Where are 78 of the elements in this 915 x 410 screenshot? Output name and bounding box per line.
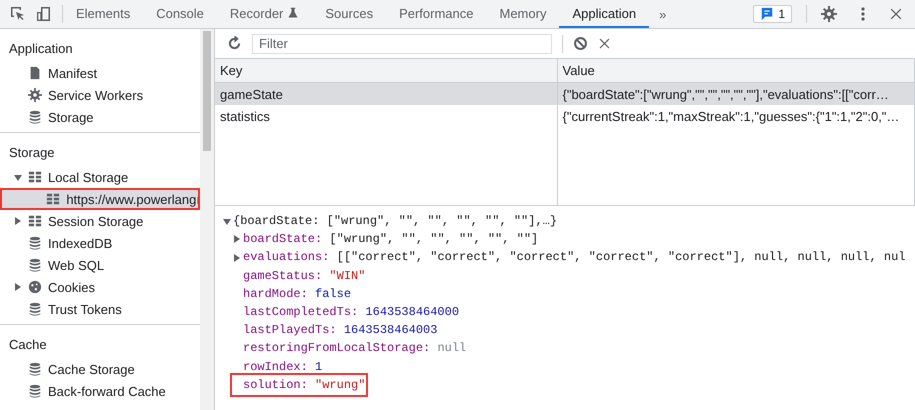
property-value: 1643538464000 bbox=[365, 304, 460, 322]
property-name: restoringFromLocalStorage: bbox=[243, 340, 430, 358]
table-icon bbox=[28, 170, 42, 184]
property-value: "wrung" bbox=[315, 376, 366, 394]
section-title: Application bbox=[8, 40, 74, 58]
database-icon bbox=[28, 236, 42, 250]
key-cell[interactable]: gameState bbox=[215, 82, 557, 105]
tree-item[interactable]: IndexedDB bbox=[0, 232, 200, 254]
tree-item[interactable]: Service Workers bbox=[0, 84, 200, 106]
property-name: lastPlayedTs: bbox=[243, 322, 337, 340]
property-name: evaluations: bbox=[243, 249, 330, 266]
database-icon bbox=[28, 258, 42, 272]
panel-tab[interactable]: Elements bbox=[63, 0, 144, 28]
expanded-arrow-icon[interactable] bbox=[14, 173, 22, 181]
close-icon bbox=[889, 7, 903, 21]
value-cell[interactable]: {"currentStreak":1,"maxStreak":1,"guesses":{"1":1,"2":0,"… bbox=[557, 105, 914, 127]
property-value: 1 bbox=[315, 358, 322, 376]
property-value: "WIN" bbox=[329, 268, 366, 285]
property-name: solution: bbox=[243, 376, 308, 394]
property-value: false bbox=[315, 286, 352, 303]
more-tabs[interactable]: » bbox=[649, 0, 676, 28]
database-icon bbox=[28, 110, 42, 124]
delete-icon bbox=[598, 37, 611, 50]
tree-item[interactable]: Cookies bbox=[0, 276, 200, 298]
tree-item[interactable]: Trust Tokens bbox=[0, 298, 200, 320]
collapsed-arrow-icon[interactable] bbox=[233, 235, 241, 244]
property-name: boardState: bbox=[243, 231, 322, 248]
panel-tab[interactable]: Recorder bbox=[216, 0, 312, 28]
section-title: Cache bbox=[8, 336, 48, 354]
database-icon bbox=[28, 384, 42, 398]
property-value: [["correct", "correct", "correct", "correct", "correct"], null, null, null, nul bbox=[336, 249, 906, 266]
expanded-arrow-icon[interactable] bbox=[223, 217, 231, 226]
flask-icon bbox=[287, 7, 300, 19]
property-value: 1643538464003 bbox=[344, 322, 438, 340]
tree-item[interactable]: Web SQL bbox=[0, 254, 200, 276]
tree-item[interactable]: Session Storage bbox=[0, 210, 200, 232]
database-icon bbox=[28, 362, 42, 376]
section-title: Storage bbox=[8, 144, 56, 162]
database-icon bbox=[28, 302, 42, 316]
property-value: null bbox=[437, 340, 466, 358]
table-icon bbox=[28, 214, 42, 228]
column-header[interactable]: Key bbox=[215, 59, 557, 82]
panel-tab[interactable]: Console bbox=[143, 0, 217, 28]
panel-tab[interactable]: Sources bbox=[312, 0, 386, 28]
value-cell[interactable]: {"boardState":["wrung","","","","",""],"evaluations":[["corr… bbox=[557, 82, 914, 105]
tree-item[interactable]: Storage bbox=[0, 106, 200, 128]
tree-item[interactable]: Local Storage bbox=[0, 166, 200, 188]
tree-item[interactable]: https://www.powerlangı bbox=[0, 188, 200, 210]
tree-item[interactable]: Manifest bbox=[0, 62, 200, 84]
gear-icon bbox=[28, 88, 42, 102]
collapsed-arrow-icon[interactable] bbox=[14, 283, 22, 291]
issues-button[interactable]: 1 bbox=[753, 5, 792, 23]
collapsed-arrow-icon[interactable] bbox=[233, 254, 241, 262]
scrollbar[interactable] bbox=[200, 29, 215, 410]
file-icon bbox=[28, 66, 42, 80]
collapsed-arrow-icon[interactable] bbox=[14, 217, 22, 225]
key-cell[interactable]: statistics bbox=[215, 105, 557, 127]
property-name: rowIndex: bbox=[243, 358, 308, 376]
property-value: ["wrung", "", "", "", "", ""] bbox=[329, 231, 538, 248]
panel-tab[interactable]: Memory bbox=[486, 0, 560, 28]
inspect-icon bbox=[10, 6, 26, 22]
column-header[interactable]: Value bbox=[557, 59, 914, 82]
settings-icon bbox=[821, 6, 837, 22]
cookie-icon bbox=[28, 280, 42, 294]
tree-item[interactable]: Back-forward Cache bbox=[0, 380, 200, 402]
refresh-icon bbox=[227, 36, 242, 51]
property-name: lastCompletedTs: bbox=[243, 304, 358, 322]
panel-tab[interactable]: Performance bbox=[386, 0, 486, 28]
tree-item[interactable]: Cache Storage bbox=[0, 358, 200, 380]
table-icon bbox=[46, 192, 60, 206]
object-summary[interactable]: {boardState: ["wrung", "", "", "", "", ""],…} bbox=[233, 212, 558, 230]
message-icon bbox=[760, 7, 774, 21]
property-name: hardMode: bbox=[243, 286, 308, 303]
clear-all-icon bbox=[573, 36, 588, 51]
device-icon bbox=[36, 6, 52, 22]
panel-tab[interactable]: Application bbox=[559, 0, 650, 28]
filter-field[interactable]: Filter bbox=[252, 34, 552, 54]
property-name: gameStatus: bbox=[243, 268, 322, 285]
